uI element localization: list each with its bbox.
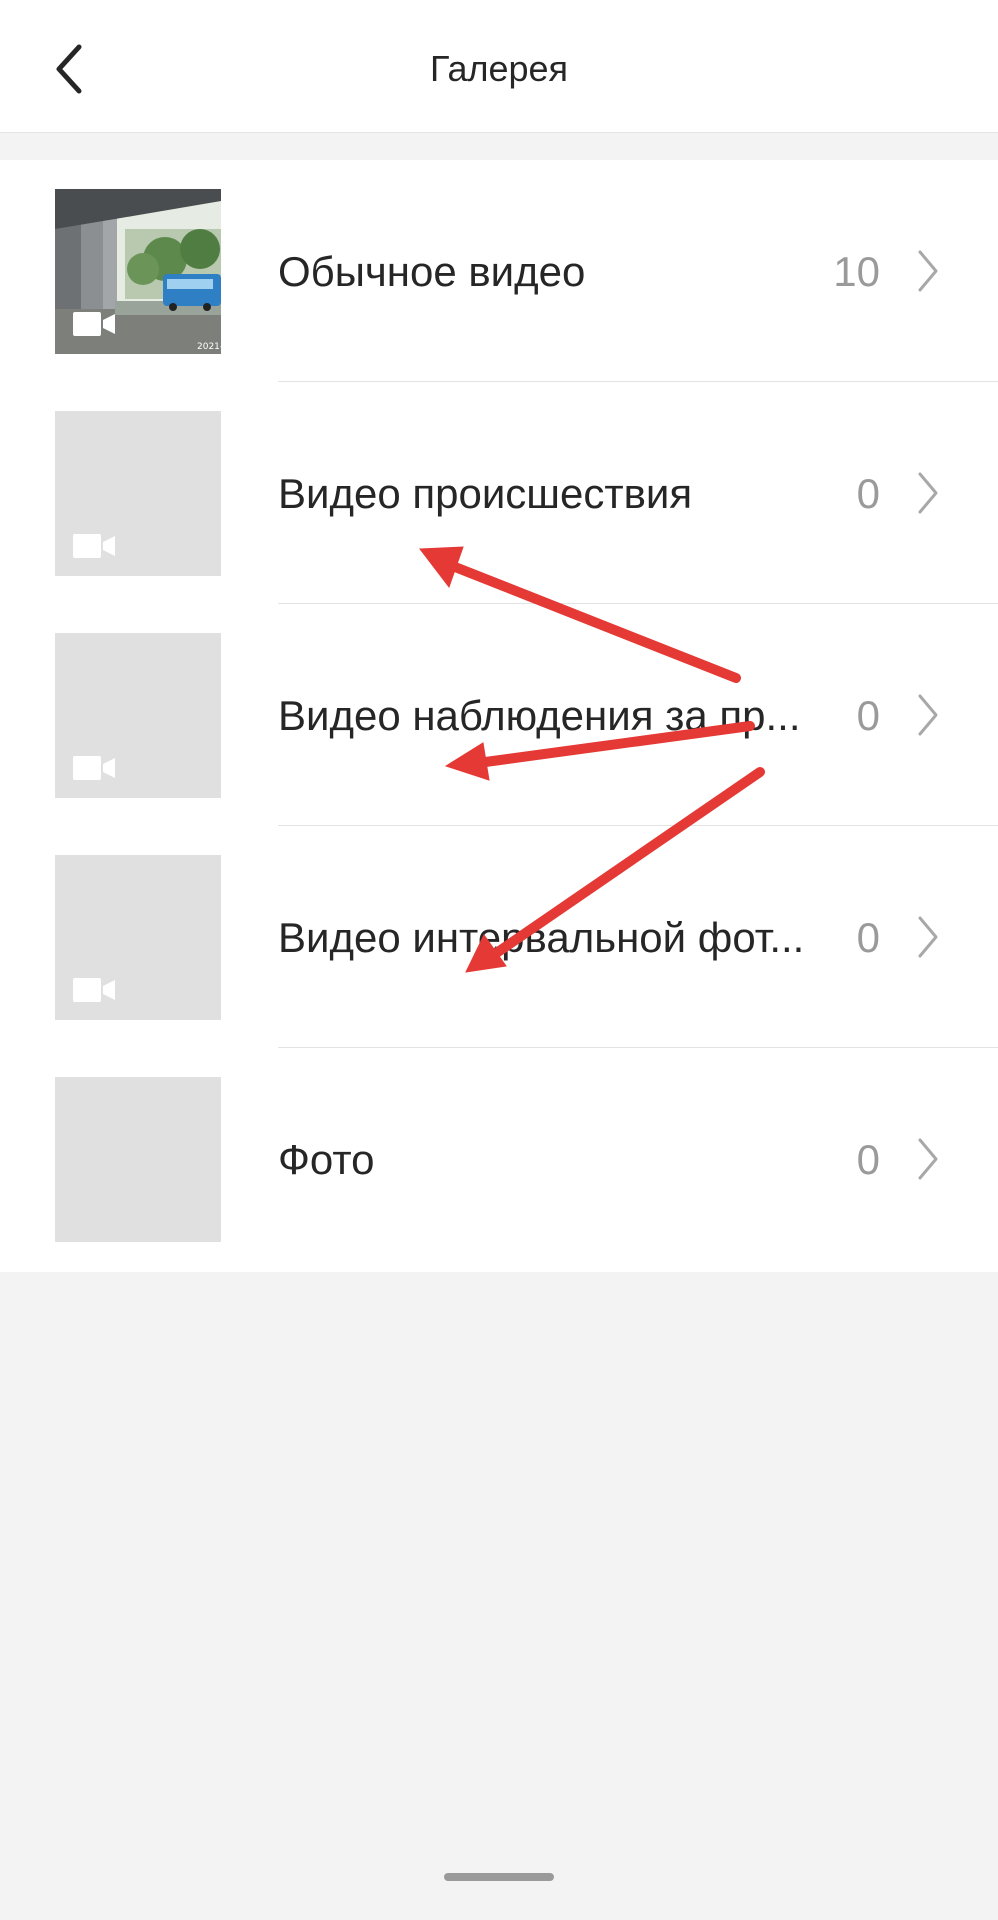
video-camera-icon [73,756,115,780]
item-label: Фото [278,1136,375,1183]
item-label: Видео наблюдения за пр... [278,692,801,739]
video-camera-icon [73,534,115,558]
page-title: Галерея [429,48,569,89]
thumbnail-placeholder [55,1077,221,1242]
chevron-right-icon [918,1138,938,1180]
thumbnail-timestamp: 2021- [197,342,221,352]
item-count: 10 [833,248,880,295]
chevron-right-icon [918,916,938,958]
gallery-item-incident-video[interactable]: Видео происшествия 0 [0,382,998,604]
thumbnail-placeholder [55,411,221,576]
item-count: 0 [856,470,880,517]
item-count: 0 [856,914,880,961]
gallery-list: 2021- Обычное видео 10 Видео происшестви… [0,160,998,1272]
video-camera-icon [73,978,115,1002]
home-indicator[interactable] [444,1873,554,1881]
video-camera-icon [73,312,115,336]
item-count: 0 [856,1136,880,1183]
gallery-screen: Галерея 2021- Обычное видео 10 Видео про… [0,0,998,1920]
gallery-item-photo[interactable]: Фото 0 [0,1048,998,1270]
chevron-right-icon [918,250,938,292]
gallery-item-timelapse-video[interactable]: Видео интервальной фот... 0 [0,826,998,1048]
item-label: Видео происшествия [278,470,693,517]
top-bar: Галерея [0,0,998,133]
item-count: 0 [856,692,880,739]
chevron-right-icon [918,694,938,736]
gallery-item-parking-surveillance-video[interactable]: Видео наблюдения за пр... 0 [0,604,998,826]
chevron-right-icon [918,472,938,514]
gallery-item-regular-video[interactable]: 2021- Обычное видео 10 [0,160,998,382]
item-label: Видео интервальной фот... [278,914,805,961]
item-label: Обычное видео [278,248,586,295]
thumbnail-placeholder [55,633,221,798]
thumbnail: 2021- [55,189,221,354]
thumbnail-placeholder [55,855,221,1020]
